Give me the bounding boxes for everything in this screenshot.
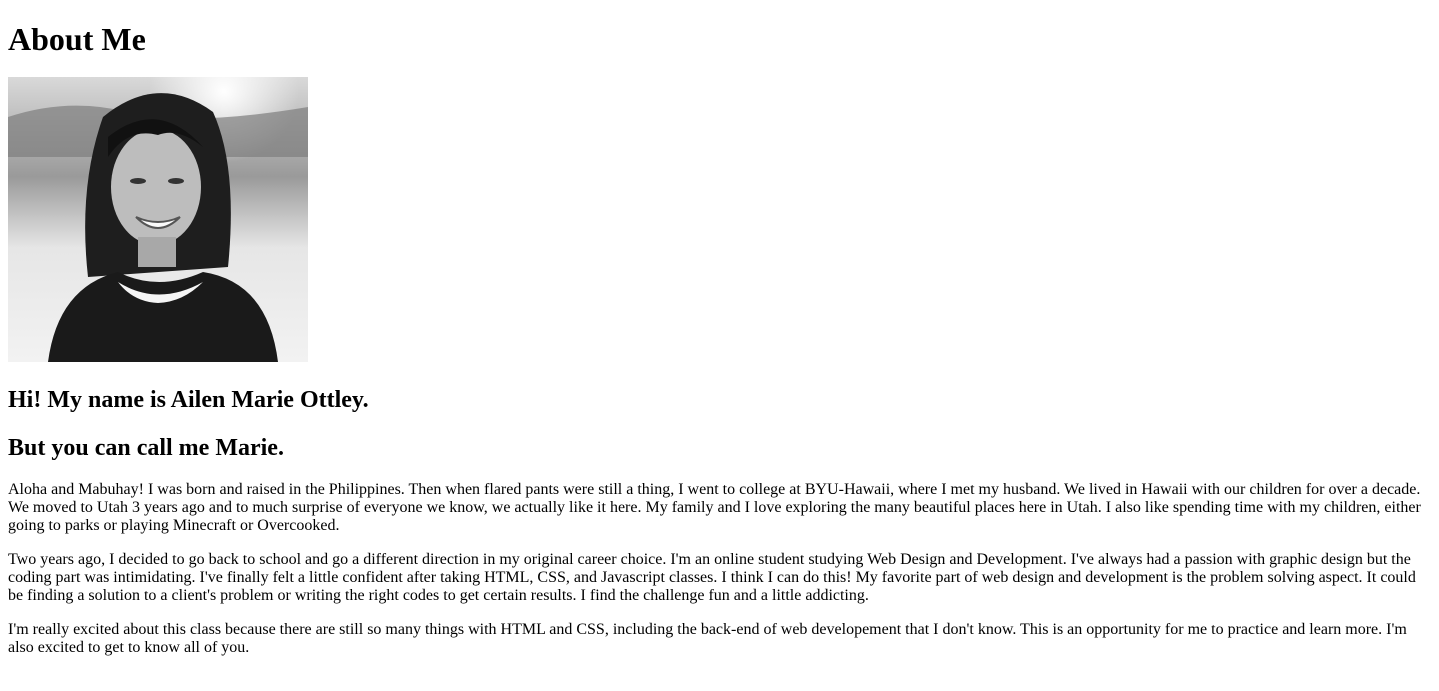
greeting-heading: Hi! My name is Ailen Marie Ottley. (8, 387, 369, 413)
bio-paragraph-3: I'm really excited about this class beca… (8, 621, 1407, 656)
bio-paragraph-1: Aloha and Mabuhay! I was born and raised… (8, 481, 1421, 534)
profile-photo (8, 77, 308, 362)
nickname-heading: But you can call me Marie. (8, 435, 284, 461)
bio-paragraph-2: Two years ago, I decided to go back to s… (8, 551, 1416, 604)
page-title: About Me (8, 21, 146, 57)
